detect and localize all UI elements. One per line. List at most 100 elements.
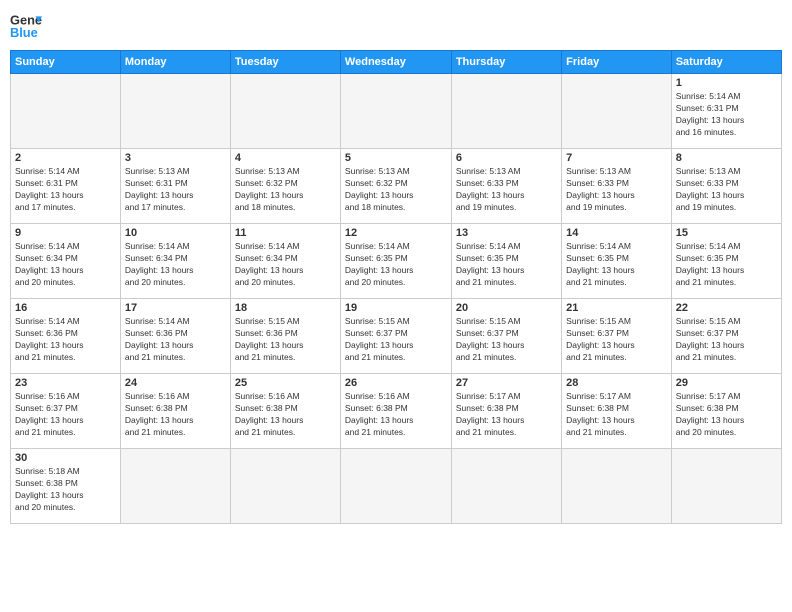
calendar-cell-28: 28Sunrise: 5:17 AM Sunset: 6:38 PM Dayli… [562, 374, 672, 449]
day-info-10: Sunrise: 5:14 AM Sunset: 6:34 PM Dayligh… [125, 241, 226, 289]
day-number-15: 15 [676, 227, 777, 239]
day-number-9: 9 [15, 227, 116, 239]
calendar-cell-4: 4 Sunrise: 5:13 AM Sunset: 6:32 PM Daylig… [230, 149, 340, 224]
calendar-cell-empty [11, 74, 121, 149]
day-info-30: Sunrise: 5:18 AM Sunset: 6:38 PM Dayligh… [15, 466, 116, 514]
day-number-14: 14 [566, 227, 667, 239]
calendar-cell-1: 1 Sunrise: 5:14 AM Sunset: 6:31 PM Daylig… [671, 74, 781, 149]
calendar-week-row-5: 23 Sunrise: 5:16 AM Sunset: 6:37 PM Dayli… [11, 374, 782, 449]
day-number-25: 25 [235, 377, 336, 389]
day-number-28: 28 [566, 377, 667, 389]
calendar-cell-16: 16 Sunrise: 5:14 AM Sunset: 6:36 PM Dayli… [11, 299, 121, 374]
calendar-cell-5: 5 Sunrise: 5:13 AM Sunset: 6:32 PM Daylig… [340, 149, 451, 224]
calendar-cell-18: 18 Sunrise: 5:15 AM Sunset: 6:36 PM Dayli… [230, 299, 340, 374]
calendar-cell-12: 12Sunrise: 5:14 AM Sunset: 6:35 PM Dayli… [340, 224, 451, 299]
day-number-18: 18 [235, 302, 336, 314]
calendar-cell-empty [120, 74, 230, 149]
day-number-4: 4 [235, 152, 336, 164]
calendar-cell-empty [562, 449, 672, 524]
page: General Blue SundayMondayTuesdayWednesda… [0, 0, 792, 612]
calendar-cell-empty [451, 74, 561, 149]
calendar-cell-26: 26Sunrise: 5:16 AM Sunset: 6:38 PM Dayli… [340, 374, 451, 449]
weekday-header-tuesday: Tuesday [230, 51, 340, 74]
calendar-cell-7: 7 Sunrise: 5:13 AM Sunset: 6:33 PM Daylig… [562, 149, 672, 224]
day-number-7: 7 [566, 152, 667, 164]
day-number-23: 23 [15, 377, 116, 389]
day-info-6: Sunrise: 5:13 AM Sunset: 6:33 PM Dayligh… [456, 166, 557, 214]
weekday-header-wednesday: Wednesday [340, 51, 451, 74]
weekday-header-row: SundayMondayTuesdayWednesdayThursdayFrid… [11, 51, 782, 74]
day-number-22: 22 [676, 302, 777, 314]
calendar-cell-empty [230, 74, 340, 149]
day-number-29: 29 [676, 377, 777, 389]
day-number-27: 27 [456, 377, 557, 389]
day-info-17: Sunrise: 5:14 AM Sunset: 6:36 PM Dayligh… [125, 316, 226, 364]
day-info-23: Sunrise: 5:16 AM Sunset: 6:37 PM Dayligh… [15, 391, 116, 439]
calendar-cell-10: 10 Sunrise: 5:14 AM Sunset: 6:34 PM Dayli… [120, 224, 230, 299]
day-info-2: Sunrise: 5:14 AM Sunset: 6:31 PM Dayligh… [15, 166, 116, 214]
day-info-20: Sunrise: 5:15 AM Sunset: 6:37 PM Dayligh… [456, 316, 557, 364]
calendar-cell-9: 9 Sunrise: 5:14 AM Sunset: 6:34 PM Daylig… [11, 224, 121, 299]
calendar-cell-empty [671, 449, 781, 524]
day-info-11: Sunrise: 5:14 AM Sunset: 6:34 PM Dayligh… [235, 241, 336, 289]
calendar-cell-empty [340, 449, 451, 524]
day-info-9: Sunrise: 5:14 AM Sunset: 6:34 PM Dayligh… [15, 241, 116, 289]
calendar-cell-25: 25 Sunrise: 5:16 AM Sunset: 6:38 PM Dayli… [230, 374, 340, 449]
day-info-15: Sunrise: 5:14 AM Sunset: 6:35 PM Dayligh… [676, 241, 777, 289]
day-number-10: 10 [125, 227, 226, 239]
day-number-21: 21 [566, 302, 667, 314]
weekday-header-thursday: Thursday [451, 51, 561, 74]
calendar-cell-6: 6 Sunrise: 5:13 AM Sunset: 6:33 PM Daylig… [451, 149, 561, 224]
day-info-1: Sunrise: 5:14 AM Sunset: 6:31 PM Dayligh… [676, 91, 777, 139]
day-info-14: Sunrise: 5:14 AM Sunset: 6:35 PM Dayligh… [566, 241, 667, 289]
calendar-table: SundayMondayTuesdayWednesdayThursdayFrid… [10, 50, 782, 524]
day-info-18: Sunrise: 5:15 AM Sunset: 6:36 PM Dayligh… [235, 316, 336, 364]
day-info-8: Sunrise: 5:13 AM Sunset: 6:33 PM Dayligh… [676, 166, 777, 214]
calendar-week-row-6: 30 Sunrise: 5:18 AM Sunset: 6:38 PM Dayli… [11, 449, 782, 524]
day-number-12: 12 [345, 227, 447, 239]
weekday-header-monday: Monday [120, 51, 230, 74]
calendar-cell-empty [562, 74, 672, 149]
calendar-week-row-1: 1 Sunrise: 5:14 AM Sunset: 6:31 PM Daylig… [11, 74, 782, 149]
calendar-cell-17: 17 Sunrise: 5:14 AM Sunset: 6:36 PM Dayli… [120, 299, 230, 374]
day-number-1: 1 [676, 77, 777, 89]
day-number-17: 17 [125, 302, 226, 314]
day-number-3: 3 [125, 152, 226, 164]
day-info-27: Sunrise: 5:17 AM Sunset: 6:38 PM Dayligh… [456, 391, 557, 439]
calendar-cell-8: 8 Sunrise: 5:13 AM Sunset: 6:33 PM Daylig… [671, 149, 781, 224]
day-number-24: 24 [125, 377, 226, 389]
calendar-week-row-4: 16 Sunrise: 5:14 AM Sunset: 6:36 PM Dayli… [11, 299, 782, 374]
calendar-cell-22: 22 Sunrise: 5:15 AM Sunset: 6:37 PM Dayli… [671, 299, 781, 374]
calendar-cell-29: 29 Sunrise: 5:17 AM Sunset: 6:38 PM Dayli… [671, 374, 781, 449]
day-info-29: Sunrise: 5:17 AM Sunset: 6:38 PM Dayligh… [676, 391, 777, 439]
day-info-5: Sunrise: 5:13 AM Sunset: 6:32 PM Dayligh… [345, 166, 447, 214]
generalblue-logo-icon: General Blue [10, 10, 42, 42]
day-number-5: 5 [345, 152, 447, 164]
day-number-26: 26 [345, 377, 447, 389]
day-number-2: 2 [15, 152, 116, 164]
day-number-13: 13 [456, 227, 557, 239]
calendar-cell-15: 15 Sunrise: 5:14 AM Sunset: 6:35 PM Dayli… [671, 224, 781, 299]
day-number-30: 30 [15, 452, 116, 464]
logo: General Blue [10, 10, 42, 42]
calendar-cell-20: 20Sunrise: 5:15 AM Sunset: 6:37 PM Dayli… [451, 299, 561, 374]
calendar-cell-24: 24 Sunrise: 5:16 AM Sunset: 6:38 PM Dayli… [120, 374, 230, 449]
header: General Blue [10, 10, 782, 42]
day-info-7: Sunrise: 5:13 AM Sunset: 6:33 PM Dayligh… [566, 166, 667, 214]
day-info-4: Sunrise: 5:13 AM Sunset: 6:32 PM Dayligh… [235, 166, 336, 214]
day-info-21: Sunrise: 5:15 AM Sunset: 6:37 PM Dayligh… [566, 316, 667, 364]
day-number-8: 8 [676, 152, 777, 164]
day-info-24: Sunrise: 5:16 AM Sunset: 6:38 PM Dayligh… [125, 391, 226, 439]
calendar-cell-13: 13Sunrise: 5:14 AM Sunset: 6:35 PM Dayli… [451, 224, 561, 299]
weekday-header-saturday: Saturday [671, 51, 781, 74]
day-number-6: 6 [456, 152, 557, 164]
day-info-16: Sunrise: 5:14 AM Sunset: 6:36 PM Dayligh… [15, 316, 116, 364]
calendar-week-row-2: 2 Sunrise: 5:14 AM Sunset: 6:31 PM Daylig… [11, 149, 782, 224]
day-number-16: 16 [15, 302, 116, 314]
calendar-cell-11: 11Sunrise: 5:14 AM Sunset: 6:34 PM Dayli… [230, 224, 340, 299]
day-info-22: Sunrise: 5:15 AM Sunset: 6:37 PM Dayligh… [676, 316, 777, 364]
calendar-cell-empty [340, 74, 451, 149]
day-info-25: Sunrise: 5:16 AM Sunset: 6:38 PM Dayligh… [235, 391, 336, 439]
weekday-header-sunday: Sunday [11, 51, 121, 74]
day-info-3: Sunrise: 5:13 AM Sunset: 6:31 PM Dayligh… [125, 166, 226, 214]
